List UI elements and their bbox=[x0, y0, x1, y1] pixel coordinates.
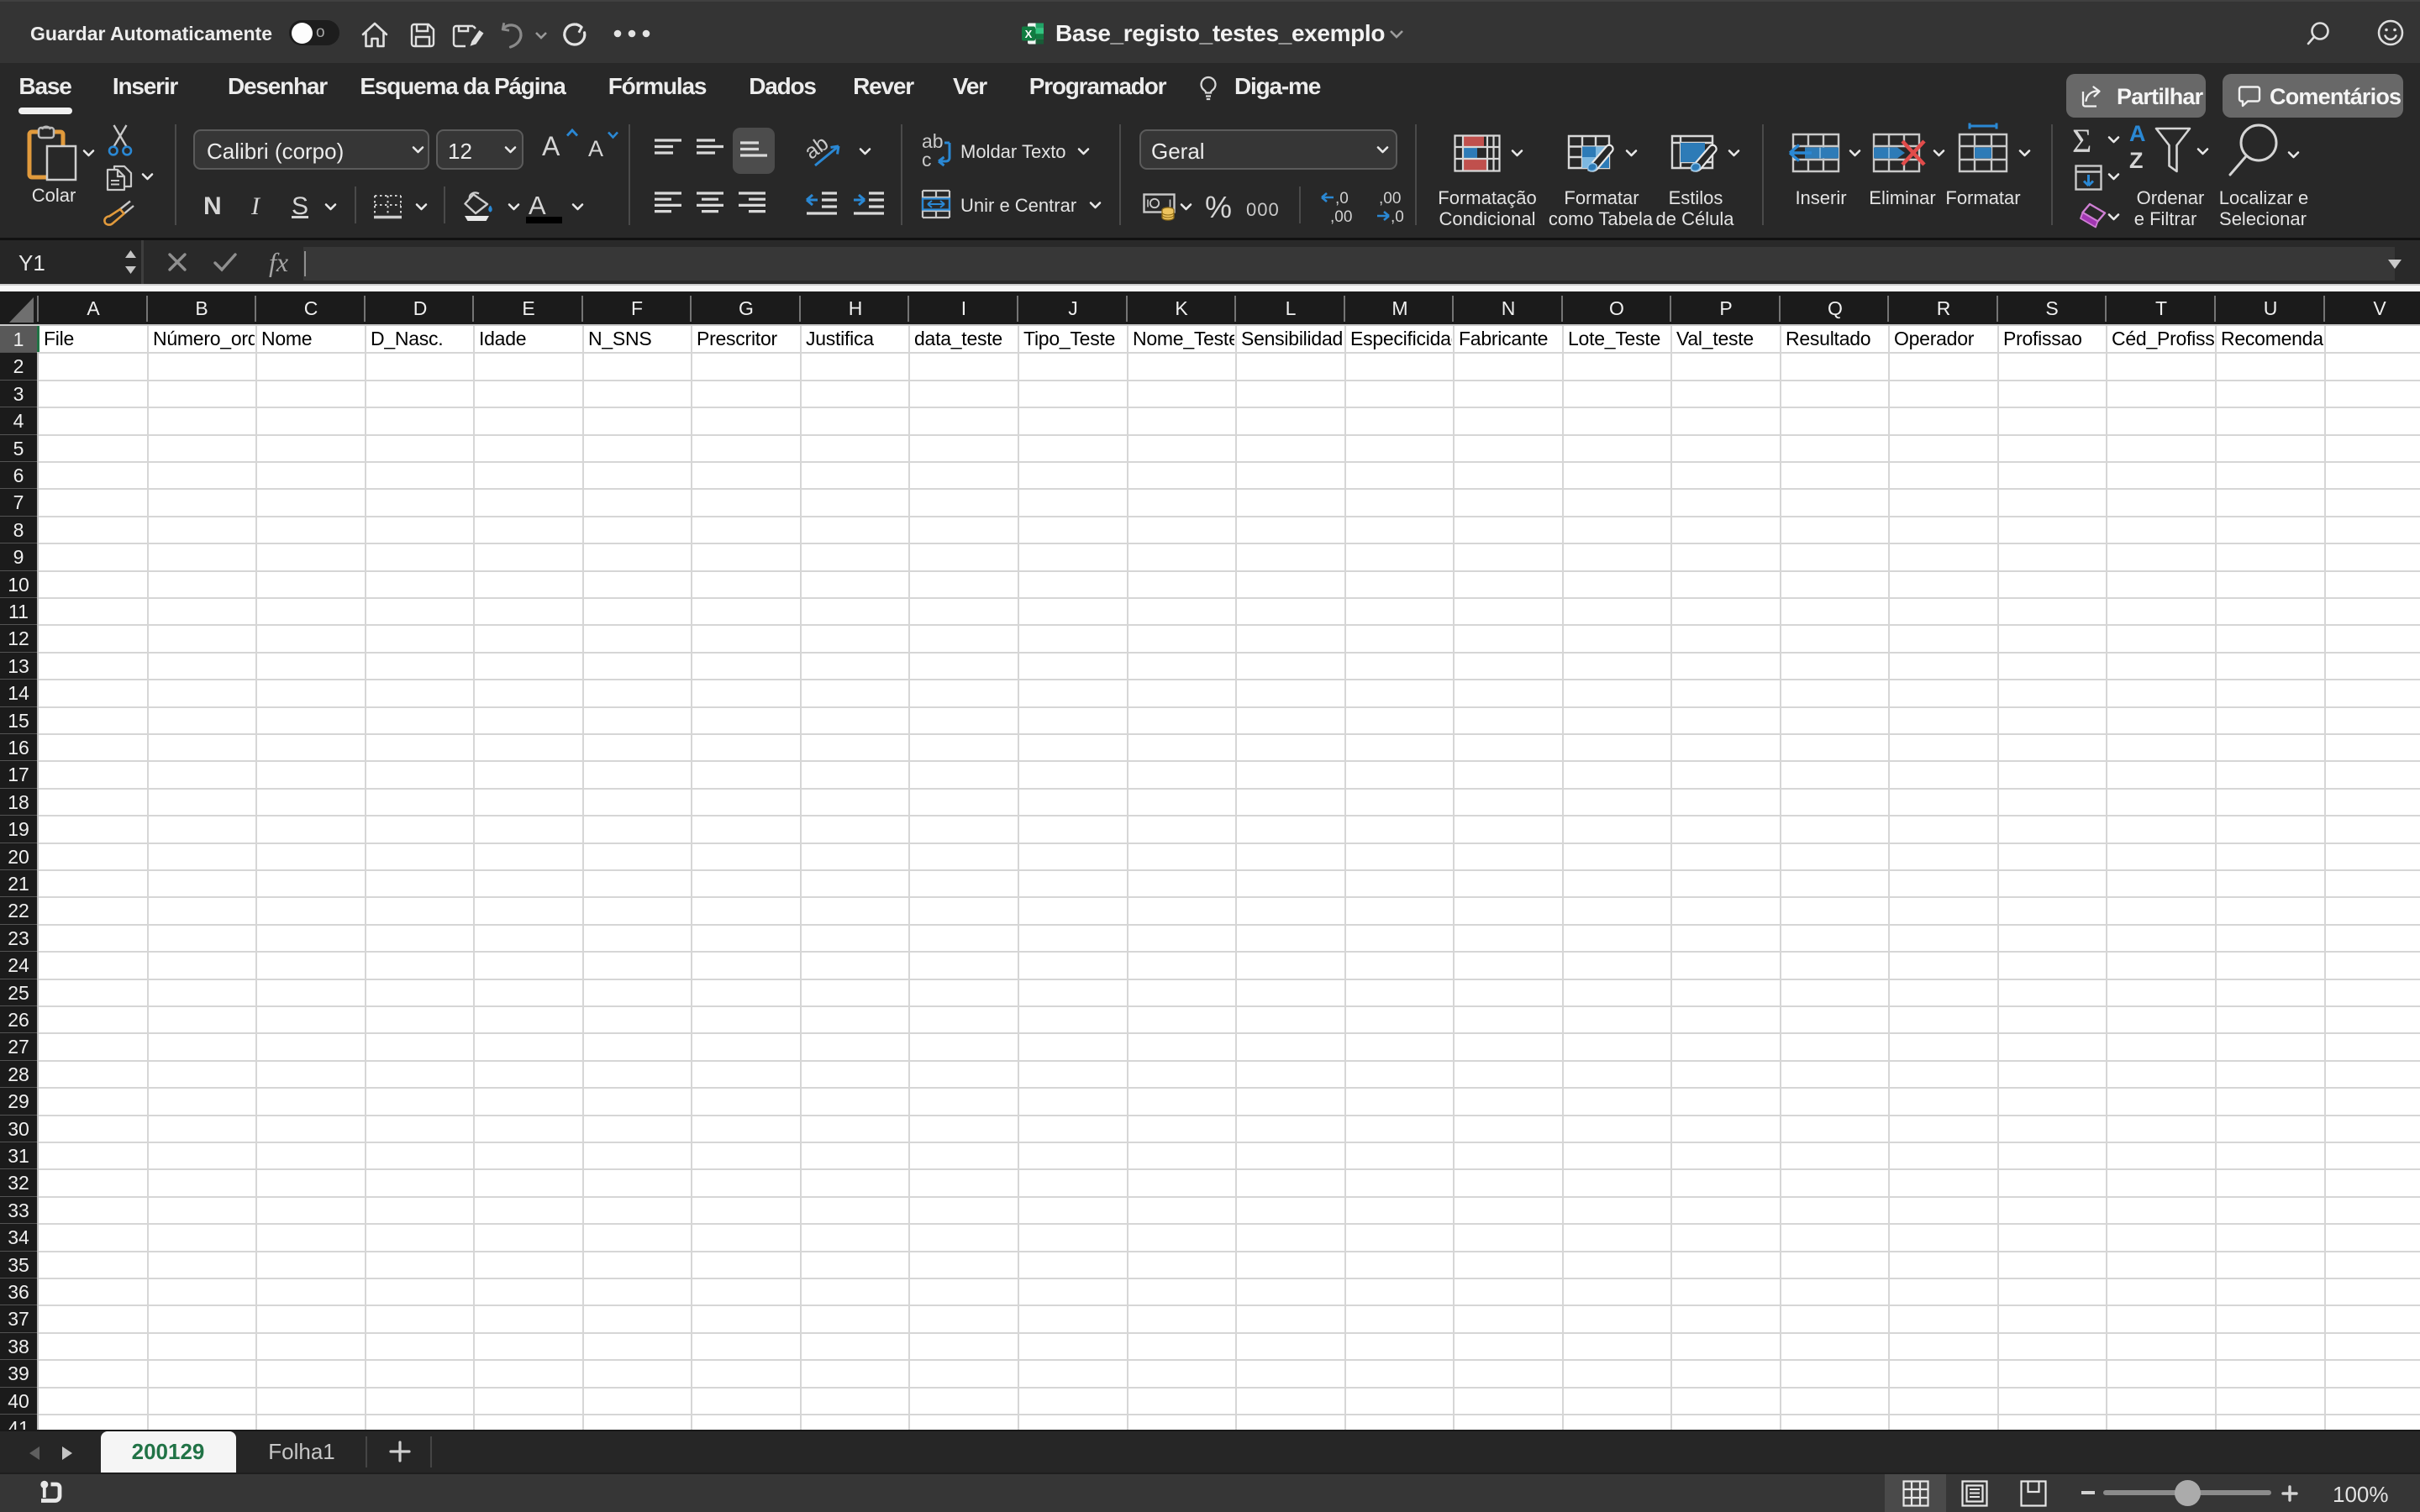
svg-text:,0: ,0 bbox=[1335, 190, 1349, 207]
svg-text:,00: ,00 bbox=[1330, 208, 1352, 226]
svg-text:,00: ,00 bbox=[1379, 190, 1401, 207]
svg-text:X: X bbox=[1025, 28, 1033, 40]
svg-text:c: c bbox=[922, 149, 932, 171]
svg-text:,0: ,0 bbox=[1391, 208, 1404, 226]
svg-text:ab: ab bbox=[800, 131, 833, 164]
